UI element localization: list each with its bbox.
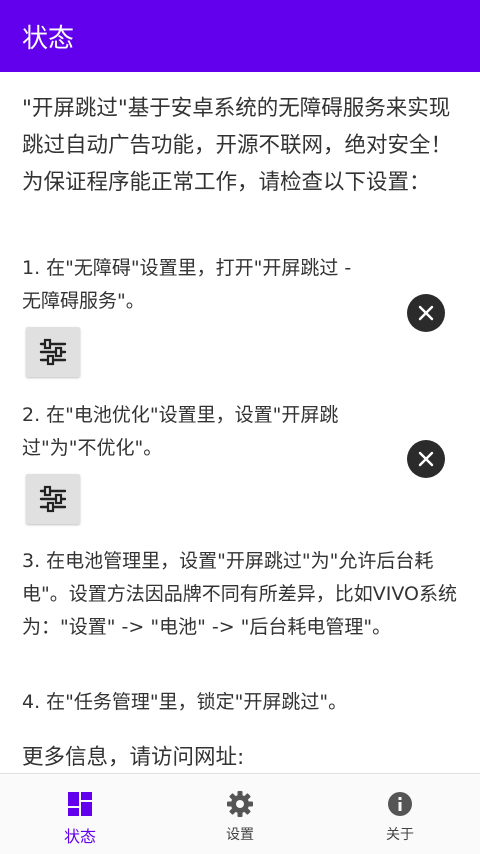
nav-item-status[interactable]: 状态 — [0, 774, 160, 854]
intro-text: "开屏跳过"基于安卓系统的无障碍服务来实现跳过自动广告功能，开源不联网，绝对安全… — [22, 96, 453, 195]
step-2-text: 2. 在"电池优化"设置里，设置"开屏跳过"为"不优化"。 — [22, 404, 339, 459]
tune-icon — [39, 338, 67, 366]
nav-item-settings[interactable]: 设置 — [160, 774, 320, 854]
step-1-settings-button[interactable] — [26, 327, 80, 377]
close-icon — [418, 451, 434, 467]
step-1-status-close-icon[interactable] — [407, 294, 445, 332]
status-content[interactable]: "开屏跳过"基于安卓系统的无障碍服务来实现跳过自动广告功能，开源不联网，绝对安全… — [0, 72, 480, 773]
bottom-navigation: 状态 设置 关于 — [0, 773, 480, 854]
gear-icon — [227, 791, 253, 817]
page-title: 状态 — [22, 23, 75, 54]
close-icon — [418, 305, 434, 321]
step-4-text: 4. 在"任务管理"里，锁定"开屏跳过"。 — [22, 691, 348, 713]
step-2-settings-button[interactable] — [26, 474, 80, 524]
step-1-text: 1. 在"无障碍"设置里，打开"开屏跳过 - 无障碍服务"。 — [22, 257, 352, 312]
step-2-status-close-icon[interactable] — [407, 440, 445, 478]
nav-label-about: 关于 — [386, 827, 414, 843]
more-info-text: 更多信息，请访问网址: — [22, 745, 245, 770]
nav-label-settings: 设置 — [226, 827, 254, 843]
nav-label-status: 状态 — [63, 827, 96, 846]
nav-item-about[interactable]: 关于 — [320, 774, 480, 854]
app-bar: 状态 — [0, 0, 480, 72]
tune-icon — [39, 485, 67, 513]
dashboard-icon — [68, 792, 92, 816]
info-icon — [388, 792, 412, 816]
step-3-text: 3. 在电池管理里，设置"开屏跳过"为"允许后台耗电"。设置方法因品牌不同有所差… — [22, 550, 457, 638]
